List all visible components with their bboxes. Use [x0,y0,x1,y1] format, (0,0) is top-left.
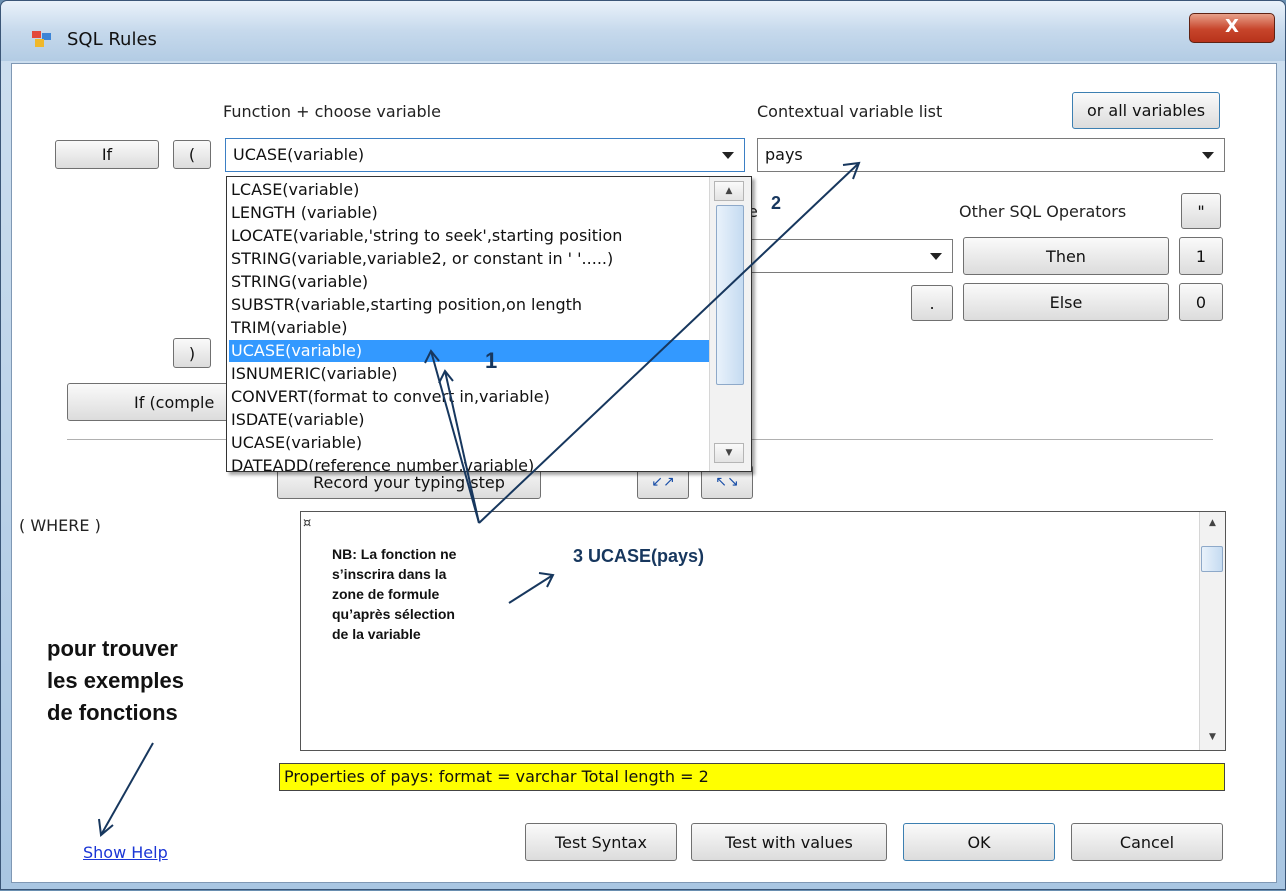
nb-line: s’inscrira dans la [332,566,447,582]
where-label: ( WHERE ) [19,516,101,535]
scroll-up-icon[interactable]: ▲ [714,181,744,201]
quote-button[interactable]: " [1181,193,1221,229]
undo-icon: ↙↗ [651,474,675,490]
annotation-nb-note: NB: La fonction ne s’inscrira dans la zo… [332,544,456,644]
test-with-values-button[interactable]: Test with values [691,823,887,861]
function-option[interactable]: UCASE(variable) [229,432,709,454]
function-option[interactable]: ISDATE(variable) [229,409,709,431]
app-icon [32,31,51,47]
cancel-button[interactable]: Cancel [1071,823,1223,861]
open-paren-button[interactable]: ( [173,140,211,169]
variable-select-value: pays [765,145,803,164]
operator-select[interactable] [741,239,953,273]
title-bar[interactable]: SQL Rules X [1,1,1285,61]
function-option[interactable]: ISNUMERIC(variable) [229,363,709,385]
window-title: SQL Rules [67,29,157,50]
nb-line: qu’après sélection [332,606,455,622]
then-button[interactable]: Then [963,237,1169,275]
function-option[interactable]: LENGTH (variable) [229,202,709,224]
or-all-variables-button[interactable]: or all variables [1072,92,1220,129]
else-button[interactable]: Else [963,283,1169,321]
nb-line: NB: La fonction ne [332,546,457,562]
redo-icon: ↖↘ [715,474,739,490]
nb-line: de la variable [332,626,421,642]
dot-button[interactable]: . [911,285,953,321]
show-help-link[interactable]: Show Help [83,843,168,862]
hint-line: de fonctions [47,700,178,725]
close-icon: X [1225,16,1239,37]
function-option[interactable]: UCASE(variable) [229,340,709,362]
variable-select[interactable]: pays [757,138,1225,172]
one-button[interactable]: 1 [1179,237,1223,275]
dropdown-scrollbar[interactable]: ▲ ▼ [709,177,751,471]
function-option[interactable]: TRIM(variable) [229,317,709,339]
ok-button[interactable]: OK [903,823,1055,861]
function-select-value: UCASE(variable) [233,145,365,164]
function-option[interactable]: LCASE(variable) [229,179,709,201]
sql-rules-window: SQL Rules X Function + choose variable C… [0,0,1286,890]
annotation-help-hint: pour trouver les exemples de fonctions [47,633,184,729]
function-select[interactable]: UCASE(variable) [225,138,745,172]
nb-line: zone de formule [332,586,440,602]
properties-bar: Properties of pays: format = varchar Tot… [279,763,1225,791]
function-option[interactable]: SUBSTR(variable,starting position,on len… [229,294,709,316]
zero-button[interactable]: 0 [1179,283,1223,321]
chevron-down-icon[interactable] [722,152,734,159]
function-option[interactable]: DATEADD(reference number,variable) [229,455,709,471]
contextual-list-label: Contextual variable list [757,102,943,121]
close-button[interactable]: X [1189,13,1275,43]
function-option[interactable]: CONVERT(format to convert in,variable) [229,386,709,408]
scroll-up-icon[interactable]: ▲ [1200,514,1225,534]
function-choose-label: Function + choose variable [223,102,441,121]
test-syntax-button[interactable]: Test Syntax [525,823,677,861]
scroll-down-icon[interactable]: ▼ [714,443,744,463]
scroll-thumb[interactable] [716,205,744,385]
editor-scrollbar[interactable]: ▲ ▼ [1199,512,1225,750]
scroll-thumb[interactable] [1201,546,1223,572]
hint-line: pour trouver [47,636,178,661]
annotation-step-1: 1 [485,348,498,373]
chevron-down-icon[interactable] [1202,152,1214,159]
close-paren-button[interactable]: ) [173,338,211,368]
annotation-step-2: 2 [771,193,782,213]
function-option[interactable]: STRING(variable,variable2, or constant i… [229,248,709,270]
annotation-step-3: 3 UCASE(pays) [573,546,705,566]
function-option[interactable]: STRING(variable) [229,271,709,293]
function-option[interactable]: LOCATE(variable,'string to seek',startin… [229,225,709,247]
if-button[interactable]: If [55,140,159,169]
hint-line: les exemples [47,668,184,693]
function-dropdown-list[interactable]: LCASE(variable) LENGTH (variable) LOCATE(v… [226,176,752,472]
scroll-down-icon[interactable]: ▼ [1200,728,1225,748]
cursor-marker: ¤ [303,516,312,531]
other-sql-operators-label: Other SQL Operators [959,202,1127,221]
chevron-down-icon[interactable] [930,253,942,260]
